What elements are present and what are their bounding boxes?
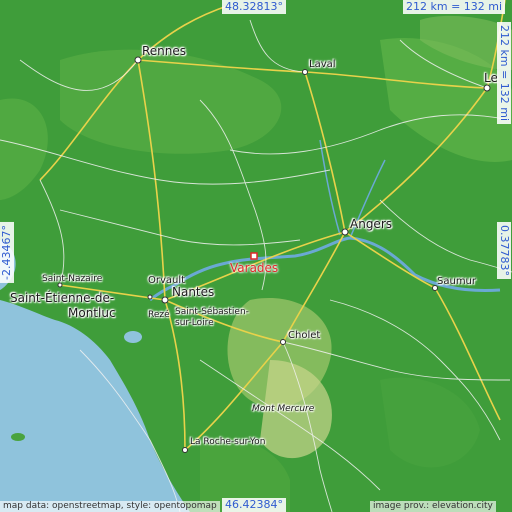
label-saint-etienne-2: Montluc — [68, 306, 116, 320]
label-saint-etienne-1: Saint-Étienne-de- — [10, 291, 115, 305]
label-mont-mercure: Mont Mercure — [252, 404, 315, 414]
credit-right: image prov.: elevation.city — [370, 501, 496, 512]
coord-bottom: 46.42384° — [222, 498, 286, 512]
label-la-roche-sur-yon: La Roche-sur-Yon — [190, 437, 266, 447]
map-view[interactable]: Rennes Laval Le Angers Saumur Cholet Nan… — [0, 0, 512, 512]
label-orvault: Orvault — [148, 275, 186, 286]
label-saint-nazaire: Saint-Nazaire — [42, 274, 103, 284]
label-laval: Laval — [309, 59, 336, 70]
credit-left: map data: openstreetmap, style: opentopo… — [0, 501, 220, 512]
label-saint-sebastien-2: sur-Loire — [175, 318, 214, 328]
label-rennes: Rennes — [142, 44, 187, 58]
label-reze: Rezé — [148, 310, 170, 320]
label-cholet: Cholet — [288, 330, 321, 341]
label-saint-sebastien-1: Saint-Sébastien- — [175, 307, 249, 317]
coord-top: 48.32813° — [222, 0, 286, 14]
label-le: Le — [484, 71, 498, 85]
target-label: Varades — [230, 261, 279, 275]
coord-right: 0.37783° — [497, 222, 511, 279]
label-saumur: Saumur — [437, 276, 477, 287]
label-nantes: Nantes — [172, 285, 215, 299]
target-marker — [250, 252, 258, 260]
coord-left: -2.43467° — [0, 222, 14, 283]
scale-vertical: 212 km = 132 mi — [497, 22, 511, 125]
scale-horizontal: 212 km = 132 mi — [403, 0, 506, 14]
label-angers: Angers — [350, 217, 392, 231]
terrain-layer — [0, 0, 512, 512]
